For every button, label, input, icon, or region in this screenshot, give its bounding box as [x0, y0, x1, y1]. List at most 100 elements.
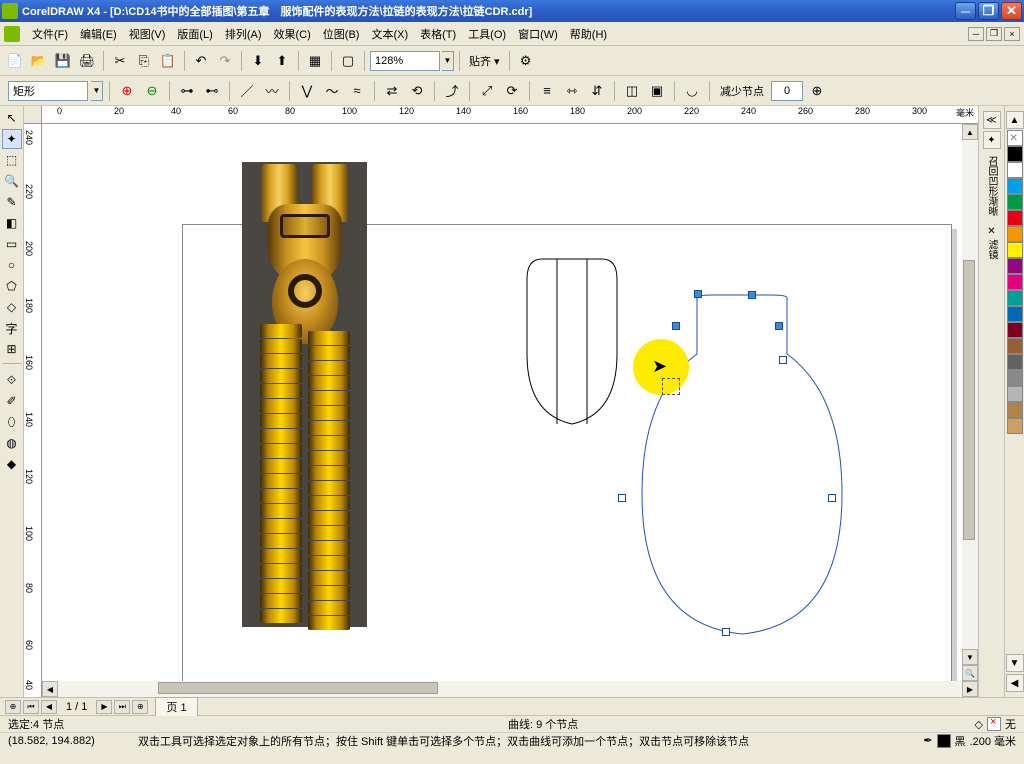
color-swatch[interactable]: [1007, 146, 1023, 162]
curve-node[interactable]: [722, 628, 730, 636]
ellipse-tool[interactable]: ○: [2, 255, 22, 275]
first-page-button[interactable]: ⏮: [23, 700, 39, 714]
minimize-button[interactable]: ─: [955, 2, 976, 20]
reflect-v-button[interactable]: ⇵: [586, 80, 608, 102]
shape-tool[interactable]: ✦: [2, 129, 22, 149]
horizontal-scrollbar[interactable]: ◀ ▶: [42, 681, 978, 697]
palette-up-button[interactable]: ▲: [1006, 111, 1024, 129]
color-swatch[interactable]: [1007, 418, 1023, 434]
undo-button[interactable]: ↶: [190, 50, 212, 72]
doc-close-button[interactable]: ×: [1004, 27, 1020, 41]
quick-pan-button[interactable]: 🔍: [962, 665, 978, 681]
curve-node[interactable]: [618, 494, 626, 502]
reduce-nodes-apply-button[interactable]: ⊕: [806, 80, 828, 102]
reflect-h-button[interactable]: ⇿: [561, 80, 583, 102]
color-swatch[interactable]: [1007, 370, 1023, 386]
save-button[interactable]: 💾: [52, 50, 74, 72]
fill-swatch[interactable]: ×: [987, 717, 1001, 731]
curve-node[interactable]: [828, 494, 836, 502]
join-nodes-button[interactable]: ⊶: [176, 80, 198, 102]
menu-effects[interactable]: 效果(C): [268, 24, 317, 44]
curve-node[interactable]: [779, 356, 787, 364]
hint-docker-button[interactable]: ✦: [983, 131, 1001, 149]
color-swatch[interactable]: [1007, 194, 1023, 210]
extend-button[interactable]: ⟲: [406, 80, 428, 102]
smart-fill-tool[interactable]: ◧: [2, 213, 22, 233]
color-swatch[interactable]: [1007, 354, 1023, 370]
color-swatch[interactable]: [1007, 322, 1023, 338]
color-swatch[interactable]: [1007, 162, 1023, 178]
no-fill-swatch[interactable]: [1007, 130, 1023, 146]
canvas[interactable]: ➤: [42, 124, 978, 697]
menu-text[interactable]: 文本(X): [365, 24, 414, 44]
color-swatch[interactable]: [1007, 258, 1023, 274]
color-swatch[interactable]: [1007, 338, 1023, 354]
menu-edit[interactable]: 编辑(E): [74, 24, 123, 44]
app-launcher-button[interactable]: ▦: [304, 50, 326, 72]
menu-window[interactable]: 窗口(W): [512, 24, 564, 44]
freehand-tool[interactable]: ✎: [2, 192, 22, 212]
color-swatch[interactable]: [1007, 386, 1023, 402]
next-page-button[interactable]: ▶: [96, 700, 112, 714]
scroll-up-button[interactable]: ▲: [962, 124, 978, 140]
close-button[interactable]: ✕: [1001, 2, 1022, 20]
palette-down-button[interactable]: ▼: [1006, 654, 1024, 672]
menu-table[interactable]: 表格(T): [414, 24, 462, 44]
menu-bitmaps[interactable]: 位图(B): [317, 24, 366, 44]
shape-combo-arrow[interactable]: ▼: [91, 81, 103, 101]
menu-tools[interactable]: 工具(O): [462, 24, 512, 44]
menu-help[interactable]: 帮助(H): [564, 24, 613, 44]
page-tab[interactable]: 页 1: [155, 697, 197, 716]
import-button[interactable]: ⬇: [247, 50, 269, 72]
snap-dropdown[interactable]: 贴齐 ▾: [465, 53, 504, 69]
canvas-area[interactable]: 0 20 40 60 80 100 120 140 160 180 200 22…: [24, 106, 978, 697]
curve-node[interactable]: [672, 322, 680, 330]
color-swatch[interactable]: [1007, 306, 1023, 322]
menu-arrange[interactable]: 排列(A): [219, 24, 268, 44]
last-page-button[interactable]: ⏭: [114, 700, 130, 714]
new-button[interactable]: 📄: [4, 50, 26, 72]
options-button[interactable]: ⚙: [515, 50, 537, 72]
color-swatch[interactable]: [1007, 226, 1023, 242]
reverse-button[interactable]: ⇄: [381, 80, 403, 102]
extract-button[interactable]: ⤴: [441, 80, 463, 102]
curve-node[interactable]: [775, 322, 783, 330]
cusp-node-button[interactable]: ⋁: [296, 80, 318, 102]
polygon-tool[interactable]: ⬠: [2, 276, 22, 296]
stretch-button[interactable]: ⤢: [476, 80, 498, 102]
to-line-button[interactable]: ／: [236, 80, 258, 102]
eyedropper-tool[interactable]: ✐: [2, 391, 22, 411]
redo-button[interactable]: ↷: [214, 50, 236, 72]
basic-shapes-tool[interactable]: ◇: [2, 297, 22, 317]
color-swatch[interactable]: [1007, 210, 1023, 226]
horizontal-ruler[interactable]: 0 20 40 60 80 100 120 140 160 180 200 22…: [42, 106, 978, 124]
zoom-dropdown-button[interactable]: ▼: [442, 51, 454, 71]
color-swatch[interactable]: [1007, 242, 1023, 258]
palette-flyout-button[interactable]: ◀: [1006, 674, 1024, 692]
fill-tool[interactable]: ◍: [2, 433, 22, 453]
add-page-button[interactable]: ⊕: [5, 700, 21, 714]
paste-button[interactable]: 📋: [157, 50, 179, 72]
zoom-tool[interactable]: 🔍: [2, 171, 22, 191]
docker-label[interactable]: 召回凹形渐晰: [984, 156, 999, 216]
print-button[interactable]: 🖨: [76, 50, 98, 72]
pick-tool[interactable]: ↖: [2, 108, 22, 128]
copy-button[interactable]: ⎘: [133, 50, 155, 72]
vertical-scrollbar[interactable]: ▲ ▼ 🔍: [962, 124, 978, 681]
shape-type-combo[interactable]: 矩形: [8, 81, 88, 101]
curve-smooth-button[interactable]: ◡: [681, 80, 703, 102]
menu-file[interactable]: 文件(F): [26, 24, 74, 44]
break-node-button[interactable]: ⊷: [201, 80, 223, 102]
scroll-left-button[interactable]: ◀: [42, 681, 58, 697]
prev-page-button[interactable]: ◀: [41, 700, 57, 714]
color-swatch[interactable]: [1007, 274, 1023, 290]
welcome-button[interactable]: ▢: [337, 50, 359, 72]
elastic-button[interactable]: ◫: [621, 80, 643, 102]
doc-minimize-button[interactable]: ─: [968, 27, 984, 41]
outline-swatch[interactable]: [937, 734, 951, 748]
to-curve-button[interactable]: 〰: [261, 80, 283, 102]
cut-button[interactable]: ✂: [109, 50, 131, 72]
add-page-after-button[interactable]: ⊕: [132, 700, 148, 714]
docker-label2[interactable]: ✕ 滤镜: [984, 226, 999, 260]
vertical-ruler[interactable]: 240 220 200 180 160 140 120 100 80 60 40: [24, 124, 42, 697]
